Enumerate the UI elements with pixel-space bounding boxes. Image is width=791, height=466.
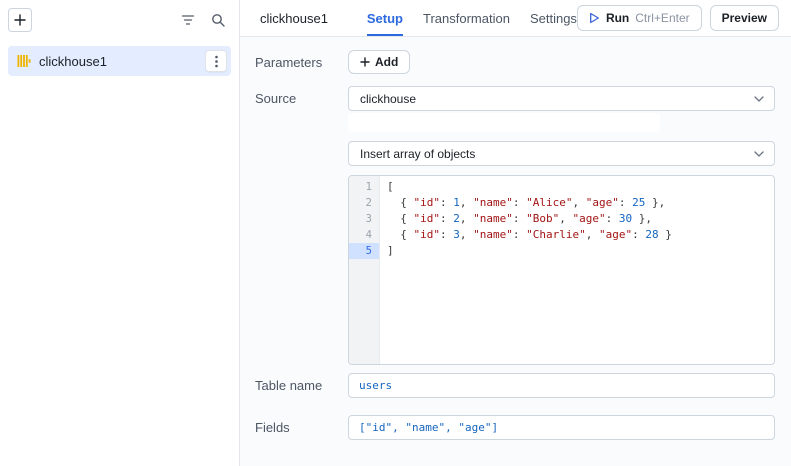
query-header: clickhouse1 Setup Transformation Setting… [240,0,791,37]
header-actions: Run Ctrl+Enter Preview [577,5,779,31]
tab-transformation[interactable]: Transformation [423,0,510,36]
source-label: Source [255,86,348,106]
entity-label: clickhouse1 [39,54,197,69]
editor-gutter: 12345 [349,176,380,364]
main-panel: clickhouse1 Setup Transformation Setting… [240,0,791,466]
json-code-editor[interactable]: 12345 [ { "id": 1, "name": "Alice", "age… [348,175,775,365]
entity-menu-button[interactable] [205,50,227,72]
search-button[interactable] [211,13,225,27]
tab-settings[interactable]: Settings [530,0,577,36]
fields-input[interactable] [348,415,775,440]
sidebar-top-icons [181,13,231,27]
chevron-down-icon [754,151,764,157]
add-query-button[interactable] [8,8,32,32]
add-parameter-button[interactable]: Add [348,50,410,74]
chevron-down-icon [754,96,764,102]
source-select[interactable]: clickhouse [348,86,775,111]
table-name-input[interactable] [348,373,775,398]
sidebar-toolbar [8,6,231,34]
app-root: clickhouse1 clickhouse1 Setup Transforma… [0,0,791,466]
preview-button[interactable]: Preview [710,5,779,31]
command-select[interactable]: Insert array of objects [348,141,775,166]
command-select-value: Insert array of objects [360,147,475,161]
preview-label: Preview [722,11,767,25]
plus-icon [14,14,26,26]
parameters-label: Parameters [255,50,348,70]
clickhouse-icon [17,54,31,68]
editor-code[interactable]: [ { "id": 1, "name": "Alice", "age": 25 … [380,176,774,364]
tab-bar: Setup Transformation Settings [367,0,577,36]
add-parameter-label: Add [375,55,398,69]
filter-icon [181,14,195,26]
query-title: clickhouse1 [260,11,367,26]
play-icon [589,12,600,24]
table-name-label: Table name [255,373,348,393]
plus-icon [360,57,370,67]
tab-setup[interactable]: Setup [367,0,403,36]
run-shortcut: Ctrl+Enter [635,11,689,25]
source-select-value: clickhouse [360,92,416,106]
query-form: Parameters Add Source clickhouse [240,37,791,466]
fields-label: Fields [255,415,348,435]
kebab-icon [215,55,218,68]
filter-button[interactable] [181,14,195,26]
search-icon [211,13,225,27]
run-label: Run [606,11,629,25]
sidebar: clickhouse1 [0,0,240,466]
datasource-subtext-box [348,113,660,132]
sidebar-item-clickhouse1[interactable]: clickhouse1 [8,46,231,76]
run-button[interactable]: Run Ctrl+Enter [577,5,702,31]
